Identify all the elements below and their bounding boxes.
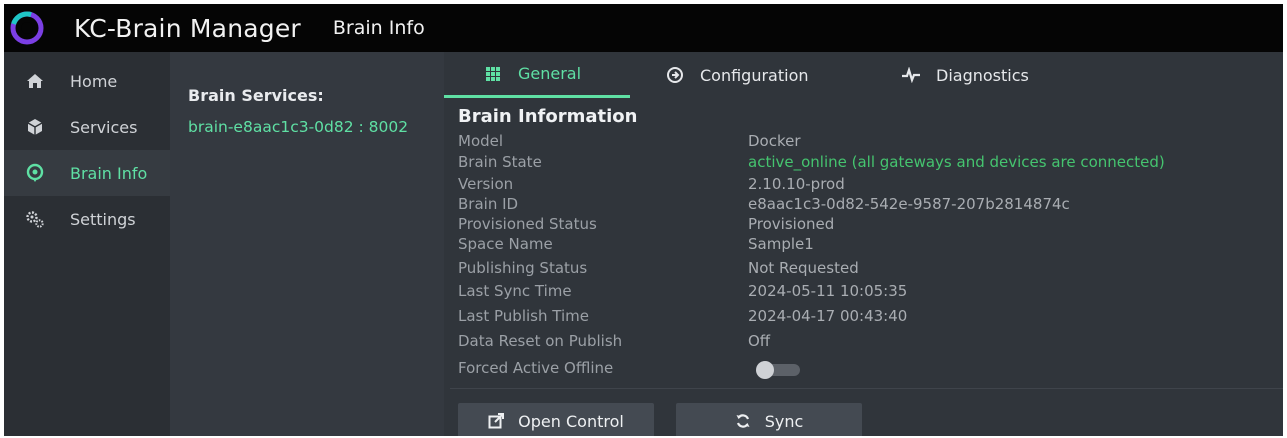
open-control-button[interactable]: Open Control — [458, 403, 654, 436]
info-value: 2024-04-17 00:43:40 — [748, 307, 908, 325]
sidebar-item-brain-info[interactable]: Brain Info — [4, 150, 170, 196]
info-label: Publishing Status — [458, 259, 588, 277]
sidebar-item-settings[interactable]: Settings — [4, 196, 170, 242]
kc-logo-icon — [4, 4, 50, 52]
brain-state-value: active_online (all gateways and devices … — [748, 153, 1165, 171]
tab-label: Diagnostics — [936, 65, 1029, 85]
brain-services-title: Brain Services: — [188, 86, 324, 105]
info-label: Last Sync Time — [458, 282, 572, 300]
tab-configuration[interactable]: Configuration — [664, 52, 809, 98]
info-row-brain-id: Brain ID e8aac1c3-0d82-542e-9587-207b281… — [458, 195, 1278, 217]
info-row-publishing-status: Publishing Status Not Requested — [458, 259, 1278, 281]
sidebar-item-label: Settings — [70, 209, 136, 229]
home-icon — [24, 70, 46, 92]
info-value: 2024-05-11 10:05:35 — [748, 282, 908, 300]
open-control-label: Open Control — [518, 411, 624, 431]
sidebar-item-label: Brain Info — [70, 163, 148, 183]
forced-active-offline-toggle[interactable] — [756, 361, 800, 379]
info-label: Model — [458, 132, 504, 150]
info-label: Last Publish Time — [458, 307, 589, 325]
tab-label: General — [518, 64, 582, 83]
brain-services-panel: Brain Services: brain-e8aac1c3-0d82 : 80… — [170, 52, 444, 436]
tab-label: Configuration — [700, 65, 809, 85]
page-title: Brain Info — [332, 17, 425, 39]
brain-service-link[interactable]: brain-e8aac1c3-0d82 : 8002 — [188, 118, 408, 136]
sidebar-item-home[interactable]: Home — [4, 58, 170, 104]
info-row-provisioned-status: Provisioned Status Provisioned — [458, 215, 1278, 237]
info-label: Version — [458, 175, 514, 193]
info-value: Docker — [748, 132, 801, 150]
info-value: Provisioned — [748, 215, 835, 233]
info-label: Brain State — [458, 153, 542, 171]
info-row-model: Model Docker — [458, 132, 1278, 154]
top-bar: KC-Brain Manager Brain Info — [4, 4, 1283, 52]
info-row-space-name: Space Name Sample1 — [458, 235, 1278, 257]
info-row-data-reset-on-publish: Data Reset on Publish Off — [458, 332, 1278, 354]
tab-diagnostics[interactable]: Diagnostics — [900, 52, 1029, 98]
info-row-brain-state: Brain State active_online (all gateways … — [458, 153, 1278, 175]
app-title: KC-Brain Manager — [74, 13, 301, 43]
app-window: KC-Brain Manager Brain Info Home Service… — [4, 4, 1283, 436]
info-label: Forced Active Offline — [458, 359, 614, 377]
info-label: Brain ID — [458, 195, 519, 213]
info-label: Data Reset on Publish — [458, 332, 623, 350]
sidebar-item-label: Services — [70, 117, 138, 137]
sidebar: Home Services Brain Info Settings — [4, 52, 170, 436]
sync-button[interactable]: Sync — [676, 403, 862, 436]
brain-information-title: Brain Information — [458, 106, 638, 127]
info-value: Not Requested — [748, 259, 859, 277]
info-row-forced-active-offline: Forced Active Offline — [458, 359, 1278, 381]
grid-icon — [482, 63, 504, 85]
info-value: Sample1 — [748, 235, 814, 253]
main-panel: General Configuration Diagnostics Brain … — [444, 52, 1283, 436]
info-value: e8aac1c3-0d82-542e-9587-207b2814874c — [748, 195, 1070, 213]
tab-general[interactable]: General — [444, 52, 630, 98]
info-row-last-sync-time: Last Sync Time 2024-05-11 10:05:35 — [458, 282, 1278, 304]
arrow-circle-icon — [664, 64, 686, 86]
sync-icon — [735, 413, 751, 429]
pulse-icon — [900, 64, 922, 86]
divider — [450, 388, 1283, 389]
info-label: Provisioned Status — [458, 215, 597, 233]
cube-icon — [24, 116, 46, 138]
info-label: Space Name — [458, 235, 553, 253]
info-value: Off — [748, 332, 771, 350]
external-link-icon — [488, 413, 505, 429]
brain-icon — [24, 162, 46, 184]
info-value: 2.10.10-prod — [748, 175, 845, 193]
sidebar-item-label: Home — [70, 71, 118, 91]
sidebar-item-services[interactable]: Services — [4, 104, 170, 150]
info-row-version: Version 2.10.10-prod — [458, 175, 1278, 197]
info-row-last-publish-time: Last Publish Time 2024-04-17 00:43:40 — [458, 307, 1278, 329]
tab-bar: General Configuration Diagnostics — [444, 52, 1283, 98]
gears-icon — [24, 208, 46, 230]
toggle-knob — [756, 361, 774, 379]
sync-label: Sync — [764, 411, 804, 431]
